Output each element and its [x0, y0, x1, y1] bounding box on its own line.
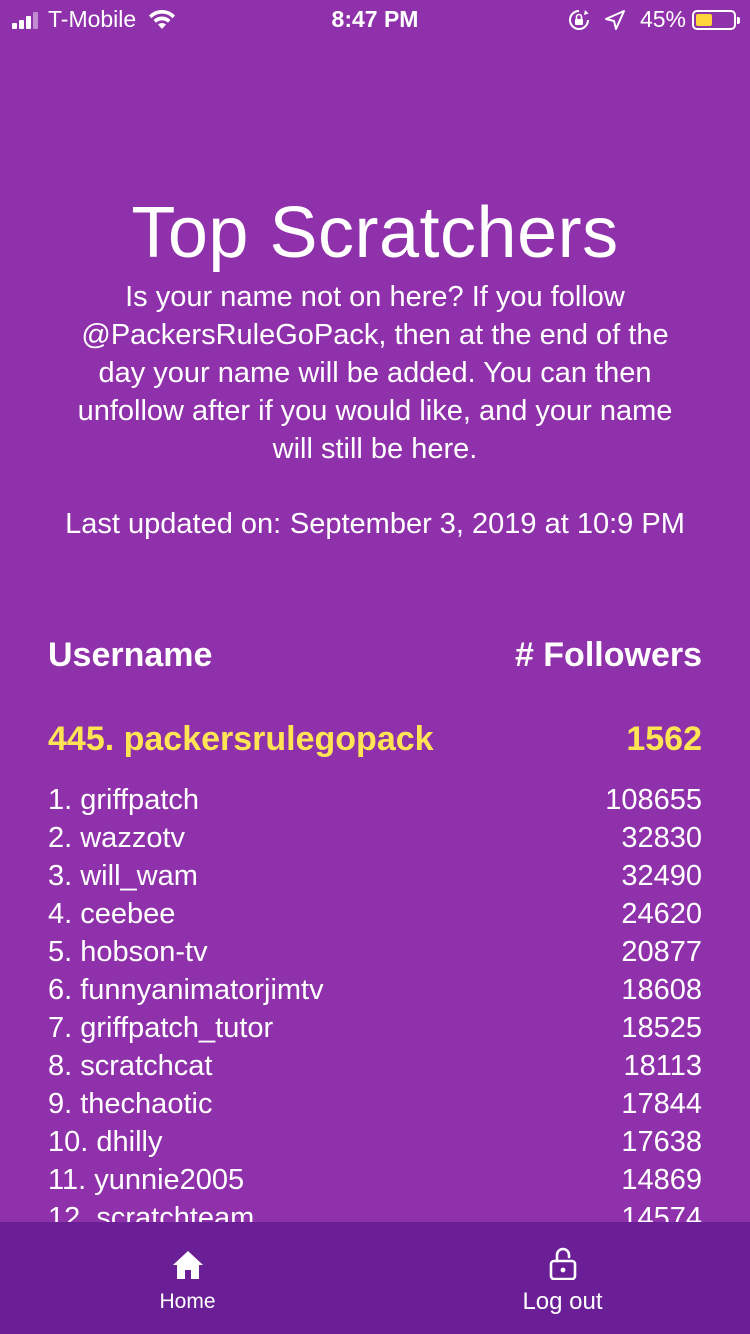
list-item: 1. griffpatch 108655	[48, 781, 702, 819]
list-item: 8. scratchcat 18113	[48, 1047, 702, 1085]
list-item-followers: 14574	[621, 1202, 702, 1222]
list-item: 11. yunnie2005 14869	[48, 1161, 702, 1199]
list-item-rank-name: 10. dhilly	[48, 1126, 163, 1158]
battery-icon	[692, 9, 740, 30]
orientation-lock-icon	[568, 9, 589, 30]
list-item-rank-name: 3. will_wam	[48, 860, 198, 892]
list-item-rank-name: 7. griffpatch_tutor	[48, 1012, 274, 1044]
list-item-rank-name: 5. hobson-tv	[48, 936, 208, 968]
leaderboard-list[interactable]: 1. griffpatch 108655 2. wazzotv 32830 3. w…	[48, 781, 702, 1222]
list-item-followers: 14869	[621, 1164, 702, 1196]
last-updated: Last updated on: September 3, 2019 at 10:…	[55, 505, 695, 543]
list-item-followers: 24620	[621, 898, 702, 930]
list-item: 10. dhilly 17638	[48, 1123, 702, 1161]
tab-logout[interactable]: Log out	[375, 1222, 750, 1334]
page-title: Top Scratchers	[131, 193, 619, 273]
list-item-followers: 18525	[621, 1012, 702, 1044]
location-arrow-icon	[604, 9, 625, 30]
list-item: 3. will_wam 32490	[48, 857, 702, 895]
tab-home-label: Home	[159, 1290, 216, 1313]
list-item-rank-name: 11. yunnie2005	[48, 1164, 245, 1196]
tab-logout-label: Log out	[522, 1288, 603, 1315]
username-column-header: Username	[48, 636, 213, 674]
list-item-followers: 20877	[621, 936, 702, 968]
last-updated-label: Last updated on:	[65, 508, 282, 540]
battery-percent: 45%	[639, 6, 686, 32]
followers-column-header: # Followers	[514, 636, 702, 674]
battery-level	[696, 13, 712, 26]
list-item-followers: 32830	[621, 822, 702, 854]
status-bar: T-Mobile 8:47 PM 45%	[0, 0, 750, 40]
unlock-icon	[549, 1247, 576, 1280]
list-item: 2. wazzotv 32830	[48, 819, 702, 857]
list-item-followers: 17638	[621, 1126, 702, 1158]
current-user-rank-name: 445. packersrulegopack	[48, 720, 434, 758]
list-item-rank-name: 1. griffpatch	[48, 784, 200, 816]
intro-text: Is your name not on here? If you follow …	[77, 281, 673, 465]
list-item: 4. ceebee 24620	[48, 895, 702, 933]
tab-bar: Home Log out	[0, 1222, 750, 1334]
list-item-followers: 18608	[621, 974, 702, 1006]
list-item-followers: 108655	[605, 784, 702, 816]
list-item-rank-name: 2. wazzotv	[48, 822, 185, 854]
list-item-followers: 18113	[623, 1050, 703, 1082]
list-item-rank-name: 4. ceebee	[48, 898, 176, 930]
current-user-followers: 1562	[626, 720, 702, 758]
list-item-followers: 32490	[621, 860, 702, 892]
list-item-rank-name: 8. scratchcat	[48, 1050, 213, 1082]
table-header: Username # Followers	[48, 636, 702, 682]
list-item: 9. thechaotic 17844	[48, 1085, 702, 1123]
list-item: 7. griffpatch_tutor 18525	[48, 1009, 702, 1047]
list-item-rank-name: 12. scratchteam	[48, 1202, 255, 1222]
status-bar-right: 45%	[568, 6, 740, 33]
list-item-followers: 17844	[621, 1088, 702, 1120]
home-icon	[172, 1251, 203, 1279]
tab-home[interactable]: Home	[0, 1222, 375, 1334]
list-item: 6. funnyanimatorjimtv 18608	[48, 971, 702, 1009]
last-updated-value: September 3, 2019 at 10:9 PM	[289, 508, 685, 540]
list-item-rank-name: 6. funnyanimatorjimtv	[48, 974, 324, 1006]
current-user-row: 445. packersrulegopack 1562	[48, 720, 702, 766]
list-item: 5. hobson-tv 20877	[48, 933, 702, 971]
list-item-rank-name: 9. thechaotic	[48, 1088, 213, 1120]
list-item: 12. scratchteam 14574	[48, 1199, 702, 1222]
